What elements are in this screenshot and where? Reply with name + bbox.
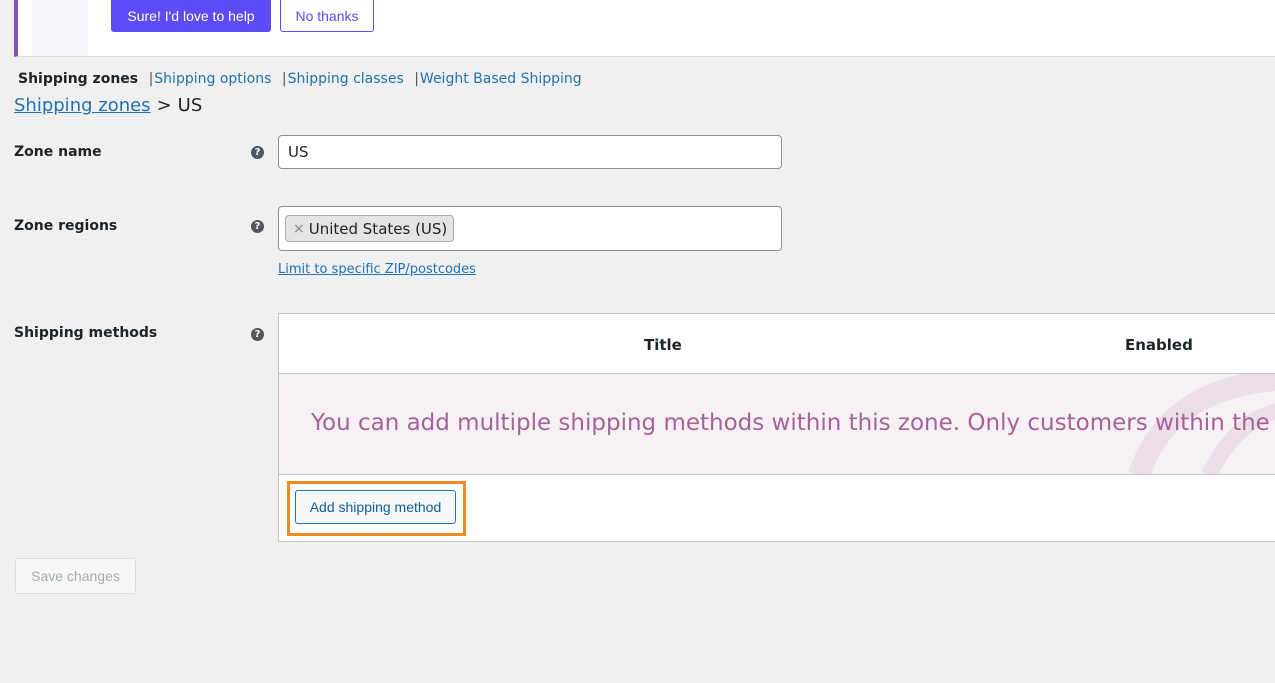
limit-postcodes-link[interactable]: Limit to specific ZIP/postcodes (278, 262, 476, 277)
add-shipping-method-button[interactable]: Add shipping method (295, 490, 456, 524)
notice-logo-area (32, 0, 88, 56)
no-thanks-button[interactable]: No thanks (280, 0, 374, 32)
breadcrumb-current: US (177, 95, 203, 116)
help-icon[interactable]: ? (251, 328, 264, 341)
subnav-shipping-classes[interactable]: Shipping classes (288, 71, 404, 87)
shipping-subnav: Shipping zones |Shipping options |Shippi… (18, 71, 582, 87)
region-token: × United States (US) (285, 215, 455, 242)
column-title: Title (644, 336, 682, 354)
zone-name-input[interactable] (278, 135, 782, 169)
subnav-separator: | (281, 71, 287, 87)
sure-help-button[interactable]: Sure! I'd love to help (111, 0, 271, 32)
breadcrumb-arrow: > (156, 95, 172, 116)
blank-state: You can add multiple shipping methods wi… (279, 374, 1275, 475)
subnav-shipping-options[interactable]: Shipping options (154, 71, 271, 87)
remove-token-icon[interactable]: × (293, 221, 305, 237)
zone-regions-label: Zone regions (14, 218, 118, 234)
help-icon[interactable]: ? (251, 146, 264, 159)
zone-regions-select[interactable]: × United States (US) (278, 206, 782, 251)
breadcrumb: Shipping zones > US (14, 95, 202, 116)
subnav-shipping-zones[interactable]: Shipping zones (18, 71, 138, 87)
help-icon[interactable]: ? (251, 220, 264, 233)
subnav-separator: | (414, 71, 419, 87)
shipping-methods-label: Shipping methods (14, 325, 158, 341)
save-changes-button[interactable]: Save changes (15, 558, 136, 594)
breadcrumb-shipping-zones-link[interactable]: Shipping zones (14, 95, 151, 116)
table-header: Title Enabled (279, 314, 1275, 374)
subnav-weight-based-shipping[interactable]: Weight Based Shipping (420, 71, 582, 87)
subnav-separator: | (148, 71, 154, 87)
feedback-notice: Sure! I'd love to help No thanks (14, 0, 1275, 57)
blank-state-message: You can add multiple shipping methods wi… (311, 410, 1275, 436)
column-enabled: Enabled (1125, 336, 1193, 354)
region-token-label: United States (US) (308, 219, 448, 238)
zone-name-label: Zone name (14, 144, 102, 160)
